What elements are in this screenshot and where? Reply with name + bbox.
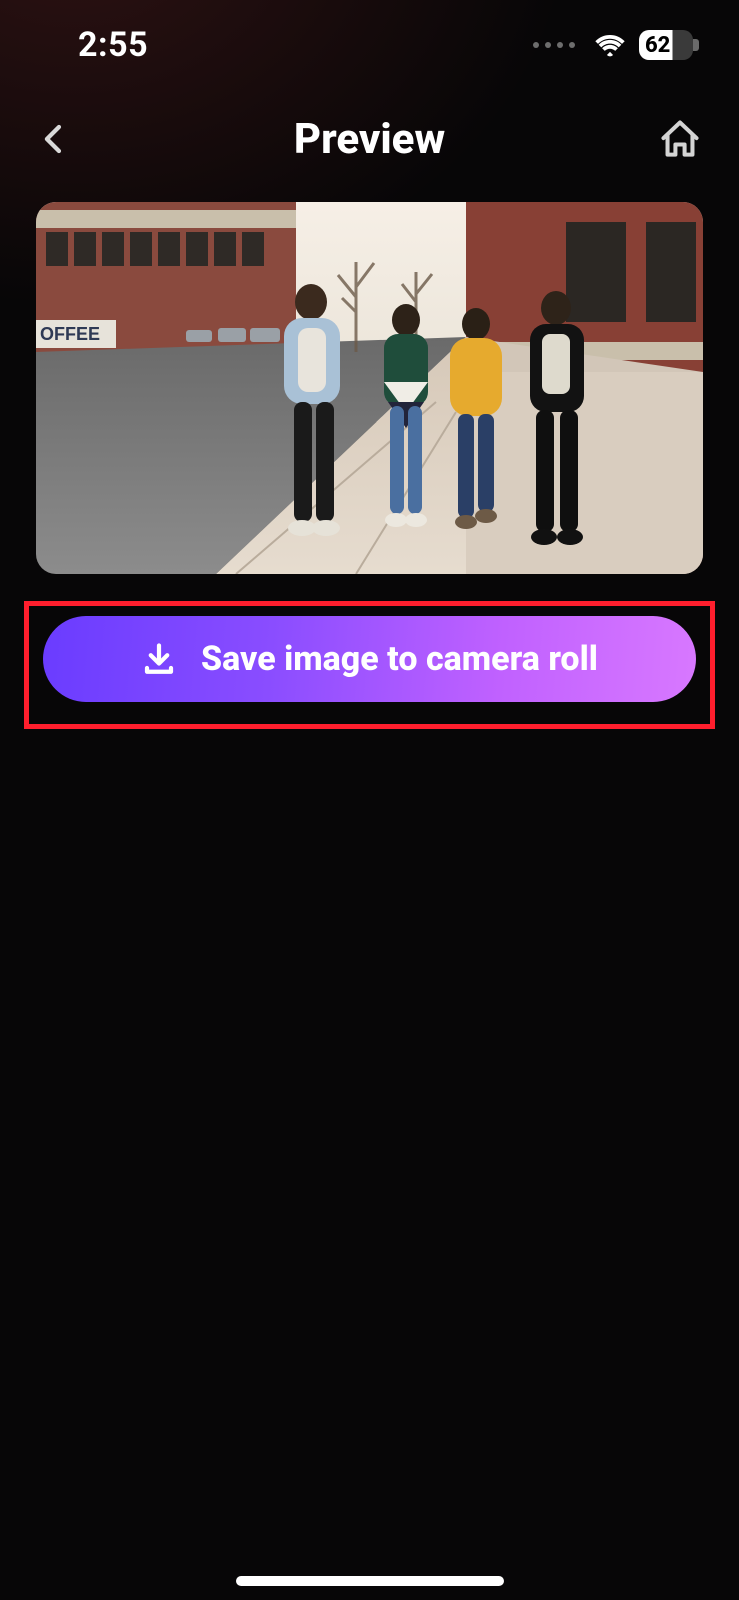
status-bar: 2:55 62	[0, 0, 739, 90]
home-indicator[interactable]	[236, 1576, 504, 1586]
home-icon	[658, 117, 702, 161]
status-right: 62	[533, 30, 699, 60]
save-button[interactable]: Save image to camera roll	[43, 616, 696, 702]
preview-container: OFFEE	[36, 202, 703, 574]
preview-image[interactable]: OFFEE	[36, 202, 703, 574]
back-button[interactable]	[30, 115, 78, 163]
annotation-highlight: Save image to camera roll	[24, 601, 715, 729]
svg-text:OFFEE: OFFEE	[40, 324, 100, 344]
page-title: Preview	[294, 115, 445, 164]
home-button[interactable]	[651, 110, 709, 168]
chevron-left-icon	[37, 122, 71, 156]
battery-icon: 62	[639, 30, 699, 60]
download-icon	[141, 641, 177, 677]
status-time: 2:55	[78, 25, 148, 65]
photo-illustration: OFFEE	[36, 202, 703, 574]
pagination-dots-icon	[533, 42, 575, 48]
wifi-icon	[593, 33, 627, 57]
header: Preview	[0, 104, 739, 174]
save-button-label: Save image to camera roll	[201, 639, 598, 679]
